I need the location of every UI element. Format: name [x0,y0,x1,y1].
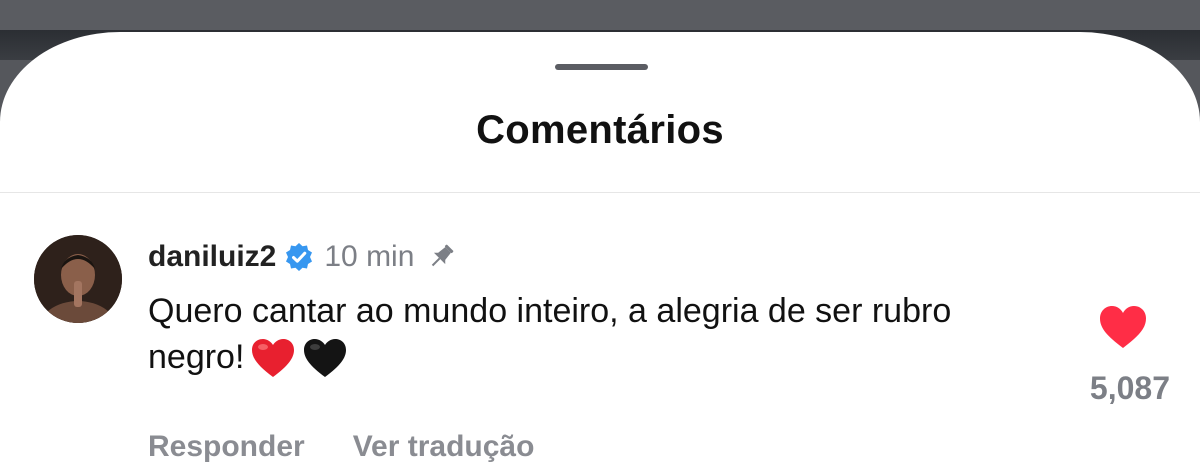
red-heart-emoji-icon [250,336,296,382]
comment-actions: Responder Ver tradução [148,430,534,464]
verified-badge-icon [284,242,314,272]
pin-icon [424,240,458,274]
username[interactable]: daniluiz2 [148,240,276,274]
reply-button[interactable]: Responder [148,430,305,464]
sheet-grabber-handle[interactable] [555,64,648,70]
sheet-title: Comentários [476,108,724,152]
like-count: 5,087 [1089,370,1170,406]
comment-time: 10 min [324,240,415,273]
see-translation-button[interactable]: Ver tradução [353,430,535,464]
avatar-photo [34,235,122,323]
black-heart-emoji-icon [302,336,348,382]
header-divider [0,192,1200,193]
like-heart-icon[interactable] [1098,304,1148,350]
comments-sheet: Comentários daniluiz2 10 min Quero canta… [0,32,1200,473]
comment-body: Quero cantar ao mundo inteiro, a alegria… [148,288,1028,382]
comment-header: daniluiz2 10 min [148,235,458,279]
avatar[interactable] [34,235,122,323]
